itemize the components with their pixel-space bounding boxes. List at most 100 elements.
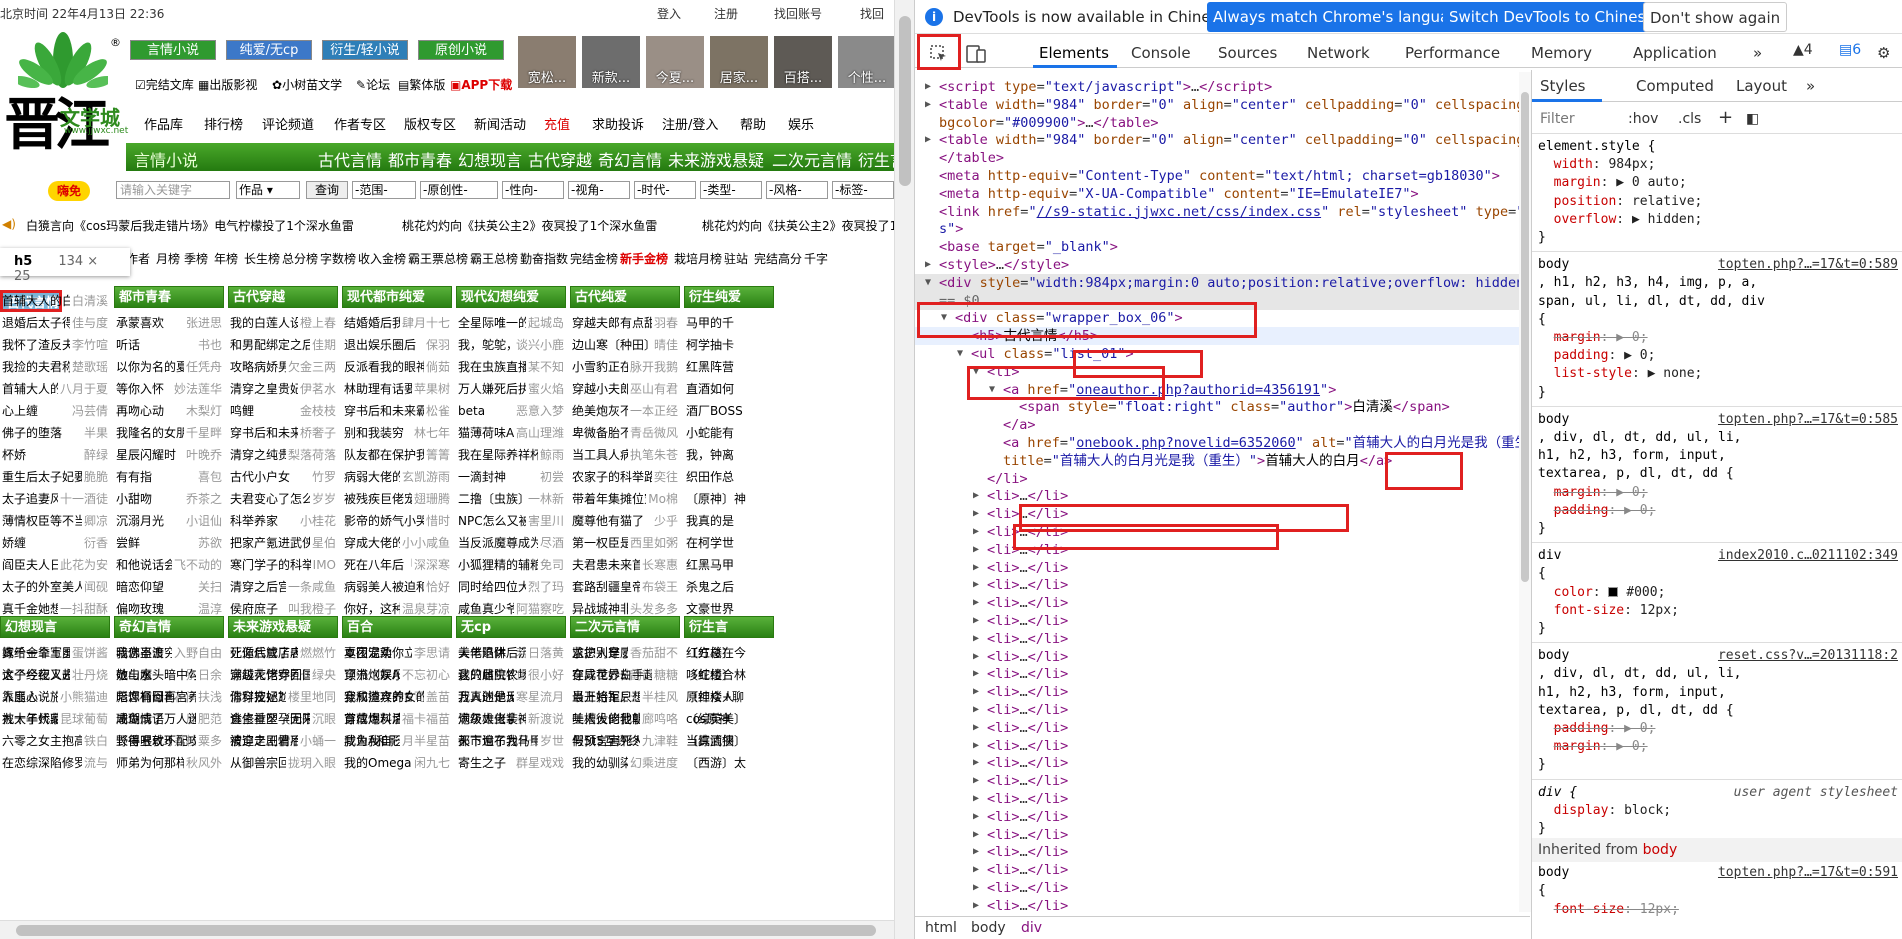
book-author[interactable]: 松雀 (423, 400, 450, 422)
rank-link[interactable]: 月榜 (156, 250, 180, 267)
book-item[interactable]: 我在星际养祥杯 鲸雨 (458, 444, 566, 466)
book-author[interactable]: 飞不动的 (171, 554, 222, 576)
book-author[interactable]: 流与 (81, 752, 108, 774)
book-author[interactable]: 铁白 (81, 730, 108, 752)
crumb-html[interactable]: html (925, 920, 957, 936)
dom-node[interactable]: ▶ <table width="984" border="0" align="ce… (915, 96, 1530, 114)
book-item[interactable]: 在恋综深陷修罗 流与 (2, 752, 110, 774)
book-author[interactable]: 巫山有君 (627, 378, 678, 400)
book-author[interactable]: 不忘初心 (399, 664, 450, 686)
rank-link[interactable]: 长生榜 (244, 250, 280, 267)
book-item[interactable]: 寒门学子的科举 IMO (230, 554, 338, 576)
ad-thumb[interactable]: 个性... (838, 36, 896, 88)
book-author[interactable]: 某不知 (525, 356, 564, 378)
book-item[interactable]: 清穿之后宫路 一条咸鱼 (230, 576, 338, 598)
book-item[interactable]: 满级大佬装神仙 新渡说 (458, 708, 566, 730)
ad-thumb[interactable]: 百搭... (774, 36, 832, 88)
book-item[interactable]: 靠扇人说施骋 小熊猫迪 (2, 686, 110, 708)
book-item[interactable]: 首辅大人的白月 白清溪 (2, 290, 110, 312)
search-type-select[interactable]: 作品 ▾ (236, 181, 300, 199)
book-author[interactable]: 糖糖 (651, 664, 678, 686)
nav-works[interactable]: 作品库 (144, 114, 183, 133)
book-author[interactable]: 玄凯游雨 (399, 466, 450, 488)
toggle-sidebar-icon[interactable]: ◧ (1746, 111, 1759, 127)
book-author[interactable]: 岁世 (537, 730, 564, 752)
scroll-thumb[interactable] (1521, 92, 1529, 582)
warnings-badge[interactable]: ▲4 (1793, 42, 1813, 58)
book-item[interactable]: 长得丑就不配攻 粟多 (116, 730, 224, 752)
style-property[interactable]: position: relative; (1532, 193, 1902, 211)
ad-thumb[interactable]: 宽松... (518, 36, 576, 88)
column-header[interactable]: 百合 (342, 616, 452, 638)
book-author[interactable]: 喜包 (195, 466, 222, 488)
nav-register-login[interactable]: 注册/登入 (662, 114, 718, 133)
book-author[interactable]: 佳与度 (69, 312, 108, 334)
book-item[interactable]: 〔红楼〕今 (686, 642, 774, 664)
dom-node[interactable]: ▶ <li>…</li> (915, 843, 1530, 861)
book-item[interactable]: 我在虫族直播养 某不知 (458, 356, 566, 378)
dom-node[interactable]: ▶ <li>…</li> (915, 648, 1530, 666)
login-link[interactable]: 登入 (657, 5, 681, 22)
book-item[interactable]: 马甲的千 (686, 312, 774, 334)
fanfic-category-button[interactable]: 衍生/轻小说 (322, 40, 408, 60)
column-header[interactable]: 现代幻想纯爱 (456, 286, 566, 308)
recover-link[interactable]: 找回 (860, 5, 884, 22)
book-item[interactable]: 被残疾巨佬宠成 翅珊腾 (344, 488, 452, 510)
book-item[interactable]: 心上缠 冯芸倩 (2, 400, 110, 422)
book-author[interactable]: 一本正经 (627, 400, 678, 422)
dom-node[interactable]: ▶ <li>…</li> (915, 754, 1530, 772)
book-author[interactable]: 半桂风 (639, 686, 678, 708)
book-item[interactable]: 穿成抛弃养女的 盖苗 (344, 686, 452, 708)
rank-link[interactable]: 完结金榜 (570, 250, 618, 267)
column-header[interactable]: 无cp (456, 616, 566, 638)
style-property[interactable]: overflow: ▶ hidden; (1532, 211, 1902, 229)
dom-node[interactable]: ▶ <li>…</li> (915, 559, 1530, 577)
book-author[interactable]: 千星畔 (183, 422, 222, 444)
book-author[interactable]: 盖苗 (423, 686, 450, 708)
book-item[interactable]: 我的白莲人设不 橙上春 (230, 312, 338, 334)
register-link[interactable]: 注册 (714, 5, 738, 22)
more-styles-tabs-icon[interactable]: » (1806, 77, 1815, 95)
book-item[interactable]: 当工具人病娇 执笔朱苍 (572, 444, 680, 466)
dom-node[interactable]: ▶ <li>…</li> (915, 772, 1530, 790)
style-property[interactable]: list-style: ▶ none; (1532, 365, 1902, 383)
messages-badge[interactable]: ▤6 (1839, 42, 1861, 58)
book-author[interactable]: 秋风外 (183, 752, 222, 774)
book-item[interactable]: 杀鬼之后 (686, 576, 774, 598)
column-header[interactable]: 古代穿越 (228, 286, 338, 308)
tab-elements[interactable]: Elements (1039, 44, 1109, 62)
book-author[interactable]: 欠金三两 (285, 356, 336, 378)
dom-node[interactable]: ▶ <li>…</li> (915, 826, 1530, 844)
book-item[interactable]: 古代小户女 竹罗 (230, 466, 338, 488)
dom-node[interactable]: ▶ <script type="text/javascript">…</scrip… (915, 78, 1530, 96)
search-input[interactable]: 请输入关键字 (116, 181, 230, 199)
dom-tree[interactable]: ▶ <script type="text/javascript">…</scrip… (915, 70, 1530, 915)
book-item[interactable]: 阎臣夫人日常 此花为安 (2, 554, 110, 576)
dont-show-again-button[interactable]: Don't show again (1643, 2, 1788, 32)
tab-network[interactable]: Network (1307, 44, 1370, 62)
book-item[interactable]: 穿越小夫郎的 巫山有君 (572, 378, 680, 400)
genre-future-game[interactable]: 未来游戏悬疑 (668, 147, 764, 171)
book-author[interactable]: 拢玥入眼 (285, 752, 336, 774)
book-item[interactable]: 寄生之子 群星戏戏 (458, 752, 566, 774)
book-item[interactable]: 穿越夫郎有点甜 羽春 (572, 312, 680, 334)
book-item[interactable]: NPC怎么又被我 害里川 (458, 510, 566, 532)
book-item[interactable]: 退婚后太子得不 佳与度 (2, 312, 110, 334)
book-item[interactable]: 科举养家 小桂花 (230, 510, 338, 532)
dom-node[interactable]: ▶ <li>…</li> (915, 487, 1530, 505)
book-item[interactable]: 监护人是威士 香茄甜不 (572, 642, 680, 664)
dom-node[interactable]: <span style="float:right" class="author"… (915, 398, 1530, 416)
book-item[interactable]: 暗恋仰望 关扫 (116, 576, 224, 598)
book-item[interactable]: 边山寒〔种田〕 晴佳 (572, 334, 680, 356)
tab-console[interactable]: Console (1131, 44, 1191, 62)
book-item[interactable]: 薄情权臣等不当 卿凉 (2, 510, 110, 532)
new-rule-button[interactable]: + (1718, 107, 1733, 128)
book-item[interactable]: 攻略病娇男配 欠金三两 (230, 356, 338, 378)
book-item[interactable]: 织田作总 (686, 466, 774, 488)
book-author[interactable]: 入野自由 (171, 642, 222, 664)
book-author[interactable]: 楚歌瑶 (69, 356, 108, 378)
column-header[interactable]: 古代纯爱 (570, 286, 680, 308)
filter-type-select[interactable]: -类型- (700, 181, 762, 199)
book-author[interactable]: 苹果树 (411, 378, 450, 400)
tab-performance[interactable]: Performance (1405, 44, 1500, 62)
